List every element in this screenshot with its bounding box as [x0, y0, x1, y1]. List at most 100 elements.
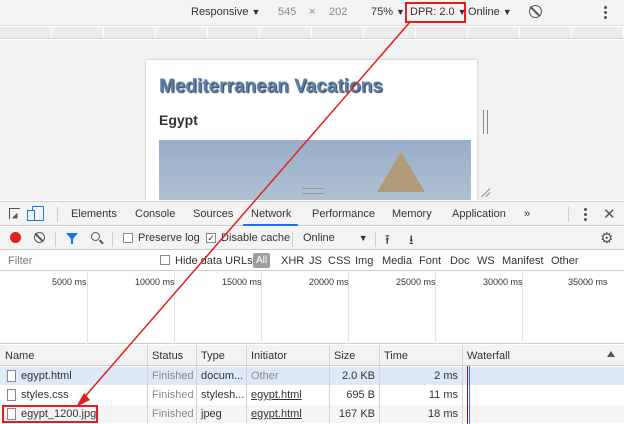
more-tabs-button[interactable]: » — [524, 208, 530, 220]
stylesheet-file-icon — [7, 389, 16, 401]
column-header-initiator[interactable]: Initiator — [251, 350, 287, 362]
column-header-type[interactable]: Type — [201, 350, 225, 362]
request-status: Finished — [152, 370, 194, 382]
filter-xhr[interactable]: XHR — [281, 255, 304, 267]
timeline-tick-label: 10000 ms — [135, 277, 175, 287]
device-mode-select[interactable]: Responsive ▼ — [191, 6, 260, 18]
clear-icon[interactable] — [34, 232, 45, 243]
filter-row: Filter Hide data URLs All XHR JS CSS Img… — [0, 251, 624, 271]
devtools-menu-icon[interactable] — [584, 208, 588, 222]
disable-cache-checkbox[interactable]: ✓ — [206, 233, 216, 243]
close-icon[interactable]: ✕ — [603, 205, 616, 223]
vertical-resize-handle[interactable] — [483, 110, 488, 134]
tab-application[interactable]: Application — [452, 208, 506, 220]
device-mode-label: Responsive — [191, 6, 249, 18]
column-header-time[interactable]: Time — [384, 350, 408, 362]
rotate-icon[interactable] — [529, 5, 542, 18]
caret-down-icon: ▼ — [358, 233, 368, 243]
tab-network[interactable]: Network — [251, 208, 291, 220]
network-throttle-select[interactable]: Online ▼ — [468, 6, 512, 18]
request-initiator: Other — [251, 370, 279, 382]
timeline-overview[interactable]: 5000 ms 10000 ms 15000 ms 20000 ms 25000… — [0, 272, 624, 344]
bottom-resize-handle[interactable] — [302, 188, 324, 194]
tab-performance[interactable]: Performance — [312, 208, 375, 220]
tab-elements[interactable]: Elements — [71, 208, 117, 220]
corner-resize-handle[interactable] — [480, 186, 490, 196]
column-header-name[interactable]: Name — [5, 350, 34, 362]
column-divider[interactable] — [462, 345, 463, 424]
table-row[interactable]: styles.css Finished stylesh... egypt.htm… — [0, 386, 624, 404]
inspect-element-icon[interactable] — [9, 208, 20, 219]
tab-sources[interactable]: Sources — [193, 208, 233, 220]
height-input[interactable]: 202 — [329, 6, 347, 18]
divider — [112, 232, 113, 247]
devtools-tab-bar: Elements Console Sources Network Perform… — [0, 201, 624, 226]
filter-font[interactable]: Font — [419, 255, 441, 267]
request-initiator-link[interactable]: egypt.html — [251, 408, 302, 420]
timeline-tick-label: 5000 ms — [52, 277, 87, 287]
gear-icon[interactable]: ⚙ — [600, 229, 613, 247]
divider — [292, 232, 293, 247]
timeline-tick-label: 35000 ms — [568, 277, 608, 287]
table-row[interactable]: egypt.html Finished docum... Other 2.0 K… — [0, 367, 624, 385]
column-divider[interactable] — [329, 345, 330, 424]
filter-manifest[interactable]: Manifest — [502, 255, 544, 267]
caret-down-icon: ▼ — [396, 7, 405, 17]
column-divider[interactable] — [147, 345, 148, 424]
filter-js[interactable]: JS — [309, 255, 322, 267]
filter-input[interactable]: Filter — [8, 255, 32, 267]
width-input[interactable]: 545 — [278, 6, 296, 18]
media-query-bar[interactable] — [0, 27, 624, 39]
filter-other[interactable]: Other — [551, 255, 579, 267]
zoom-label: 75% — [371, 6, 394, 18]
sort-ascending-icon[interactable] — [607, 351, 615, 357]
divider — [55, 232, 56, 247]
more-options-icon[interactable] — [604, 6, 608, 20]
request-time: 11 ms — [428, 389, 458, 401]
request-time: 2 ms — [434, 370, 458, 382]
column-divider[interactable] — [196, 345, 197, 424]
filter-all-button[interactable]: All — [253, 253, 270, 268]
record-icon[interactable] — [10, 232, 21, 243]
preserve-log-checkbox[interactable] — [123, 233, 133, 243]
disable-cache-label: Disable cache — [221, 232, 291, 244]
request-status: Finished — [152, 389, 194, 401]
device-toolbar-icon[interactable] — [27, 206, 44, 221]
column-header-status[interactable]: Status — [152, 350, 183, 362]
caret-down-icon: ▼ — [251, 7, 261, 17]
zoom-select[interactable]: 75% ▼ — [371, 6, 405, 18]
request-initiator-link[interactable]: egypt.html — [251, 389, 302, 401]
divider — [375, 232, 376, 247]
column-header-waterfall[interactable]: Waterfall — [467, 350, 510, 362]
divider — [568, 207, 569, 222]
filter-media[interactable]: Media — [382, 255, 412, 267]
request-status: Finished — [152, 408, 194, 420]
filter-doc[interactable]: Doc — [450, 255, 470, 267]
pyramid-image — [377, 152, 425, 192]
active-tab-indicator — [243, 224, 298, 226]
throttle-label: Online — [303, 232, 335, 244]
filter-icon[interactable] — [66, 233, 78, 244]
waterfall-bar — [469, 366, 470, 424]
dpr-highlight-box — [405, 2, 466, 23]
hide-data-urls-checkbox[interactable] — [160, 255, 170, 265]
column-header-size[interactable]: Size — [334, 350, 355, 362]
tab-console[interactable]: Console — [135, 208, 175, 220]
preserve-log-label: Preserve log — [138, 232, 200, 244]
request-name: styles.css — [21, 389, 69, 401]
throttle-select[interactable]: Online ▼ — [303, 232, 368, 244]
column-divider[interactable] — [246, 345, 247, 424]
column-divider[interactable] — [379, 345, 380, 424]
export-har-icon[interactable]: ⭳ — [409, 231, 414, 253]
filter-ws[interactable]: WS — [477, 255, 495, 267]
table-header: Name Status Type Initiator Size Time Wat… — [0, 345, 624, 366]
request-type: stylesh... — [201, 389, 245, 401]
filter-css[interactable]: CSS — [328, 255, 351, 267]
device-toolbar: Responsive ▼ 545 × 202 75% ▼ DPR: 2.0 ▼ Onl… — [0, 0, 624, 26]
filter-img[interactable]: Img — [355, 255, 373, 267]
device-viewport: Mediterranean Vacations Egypt — [0, 40, 624, 200]
request-size: 695 B — [346, 389, 375, 401]
search-icon[interactable] — [91, 232, 100, 241]
tab-memory[interactable]: Memory — [392, 208, 432, 220]
import-har-icon[interactable]: ⭱ — [385, 231, 390, 253]
